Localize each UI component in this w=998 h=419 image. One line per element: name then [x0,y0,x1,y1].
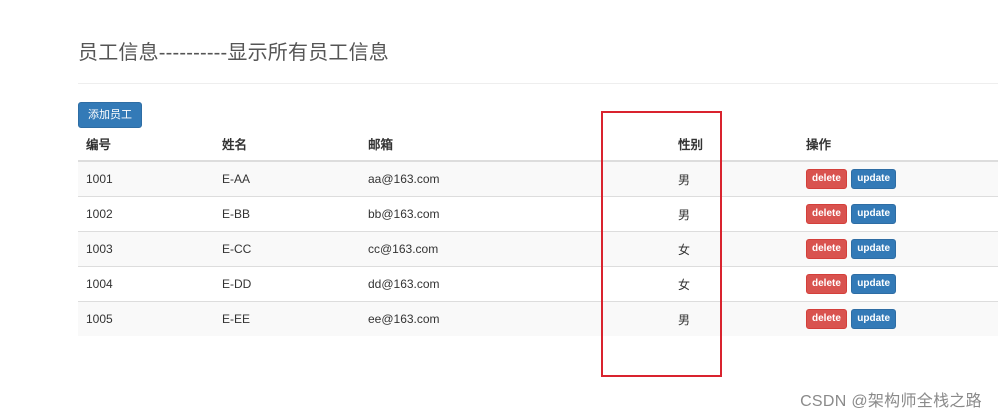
header-row: 编号 姓名 邮箱 性别 操作 [78,127,998,162]
cell-email: bb@163.com [360,196,648,232]
cell-gender: 男 [648,196,798,232]
cell-email: aa@163.com [360,160,648,197]
cell-actions: delete update [798,301,998,336]
cell-actions: delete update [798,231,998,267]
cell-email: dd@163.com [360,266,648,302]
table-row: 1004 E-DD dd@163.com 女 delete update [78,266,998,302]
header-actions: 操作 [798,127,998,162]
cell-gender: 女 [648,266,798,302]
update-button[interactable]: update [851,239,897,259]
cell-name: E-CC [214,231,360,267]
cell-id: 1003 [78,231,214,267]
delete-button[interactable]: delete [806,204,847,224]
update-button[interactable]: update [851,309,897,329]
cell-name: E-AA [214,160,360,197]
table-body: 1001 E-AA aa@163.com 男 delete update 100… [78,160,998,336]
update-button[interactable]: update [851,274,897,294]
delete-button[interactable]: delete [806,169,847,189]
header-email: 邮箱 [360,127,648,162]
delete-button[interactable]: delete [806,309,847,329]
update-button[interactable]: update [851,204,897,224]
delete-button[interactable]: delete [806,274,847,294]
cell-actions: delete update [798,160,998,197]
cell-id: 1005 [78,301,214,336]
page-title: 员工信息----------显示所有员工信息 [78,42,390,64]
cell-id: 1002 [78,196,214,232]
table-row: 1001 E-AA aa@163.com 男 delete update [78,160,998,197]
cell-name: E-EE [214,301,360,336]
table-header: 编号 姓名 邮箱 性别 操作 [78,127,998,162]
table-row: 1003 E-CC cc@163.com 女 delete update [78,231,998,267]
cell-name: E-DD [214,266,360,302]
employee-table: 编号 姓名 邮箱 性别 操作 1001 E-AA aa@163.com 男 de… [78,127,998,336]
header-divider [78,83,998,84]
add-employee-button[interactable]: 添加员工 [78,102,142,128]
cell-gender: 女 [648,231,798,267]
cell-actions: delete update [798,266,998,302]
delete-button[interactable]: delete [806,239,847,259]
header-name: 姓名 [214,127,360,162]
cell-actions: delete update [798,196,998,232]
cell-name: E-BB [214,196,360,232]
update-button[interactable]: update [851,169,897,189]
cell-email: ee@163.com [360,301,648,336]
cell-id: 1001 [78,160,214,197]
cell-email: cc@163.com [360,231,648,267]
cell-gender: 男 [648,160,798,197]
cell-id: 1004 [78,266,214,302]
watermark: CSDN @架构师全栈之路 [800,393,982,410]
table-row: 1002 E-BB bb@163.com 男 delete update [78,196,998,232]
table-row: 1005 E-EE ee@163.com 男 delete update [78,301,998,336]
header-id: 编号 [78,127,214,162]
header-gender: 性别 [648,127,798,162]
cell-gender: 男 [648,301,798,336]
